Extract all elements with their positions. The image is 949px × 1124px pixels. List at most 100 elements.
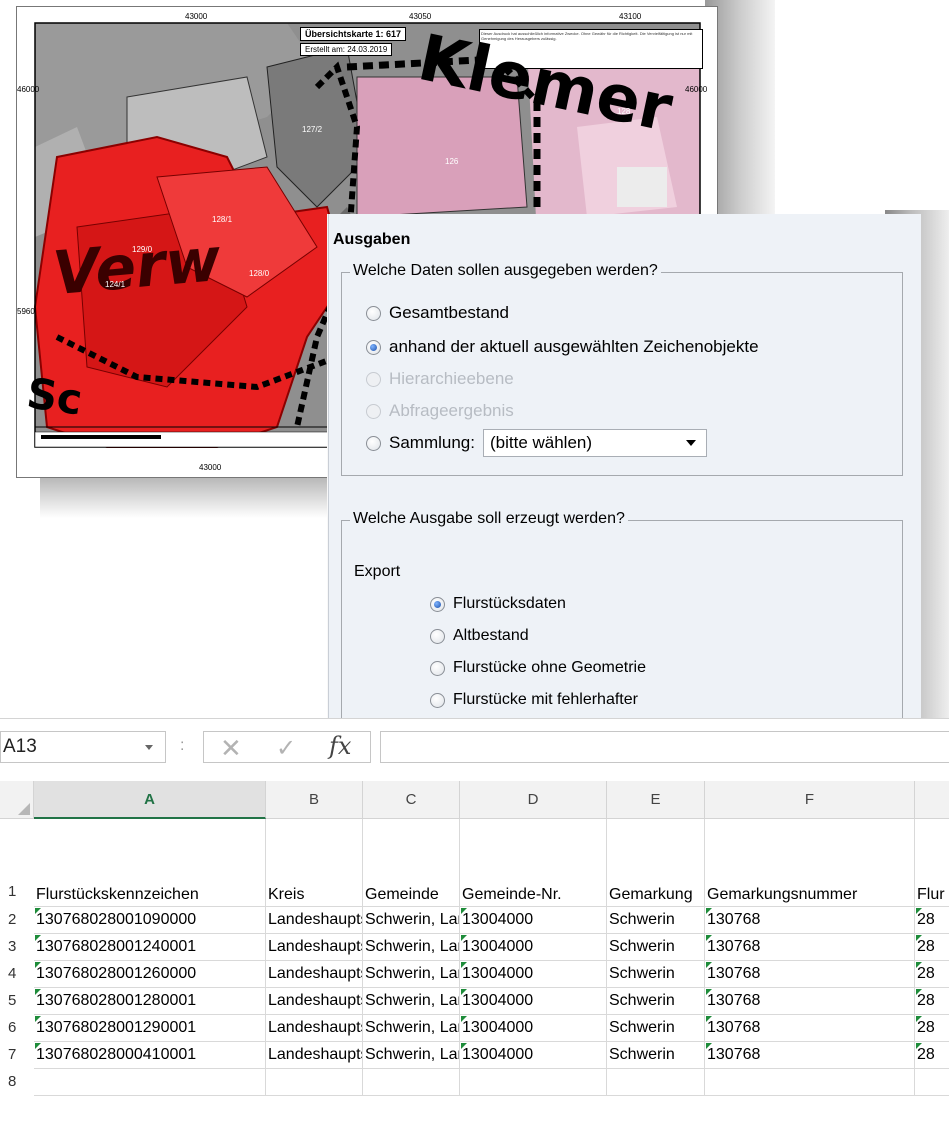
cell-flur[interactable]: 28 [915,907,949,934]
row-number[interactable]: 5 [0,992,34,1009]
cell-gemarkung[interactable]: Schwerin [607,1015,705,1042]
radio-circle[interactable] [430,692,445,708]
empty-cell[interactable] [915,1069,949,1096]
row-number[interactable]: 8 [0,1073,34,1090]
cell-gemarkungsnummer[interactable]: 130768 [705,961,915,988]
parcel-label: 126 [445,157,459,166]
collection-dropdown[interactable]: (bitte wählen) [482,429,707,457]
map-title: Übersichtskarte 1: 617 [300,27,407,41]
chevron-down-icon[interactable] [145,745,153,750]
radio-sammlung[interactable]: Sammlung: (bitte wählen) [366,429,707,457]
cell-gemarkungsnummer[interactable]: 130768 [705,988,915,1015]
cell-gemarkungsnummer[interactable]: 130768 [705,1042,915,1069]
cell-flur[interactable]: 28 [915,1015,949,1042]
cell-kreis[interactable]: Landeshauptstadt [266,934,363,961]
cell-gemeinde-nr[interactable]: 13004000 [460,961,607,988]
column-header-a[interactable]: A [34,781,266,819]
checkmark-icon[interactable]: ✓ [276,734,296,762]
radio-gesamtbestand[interactable]: Gesamtbestand [366,303,509,323]
cell-value: 130768 [707,1046,761,1063]
column-header-d[interactable]: D [460,781,607,819]
cell-gemarkung[interactable]: Schwerin [607,934,705,961]
cell-gemeinde-nr[interactable]: 13004000 [460,934,607,961]
radio-altbestand[interactable]: Altbestand [430,627,529,645]
cell-header-gemeinde[interactable]: Gemeinde [363,819,460,907]
cell-gemeinde-nr[interactable]: 13004000 [460,1015,607,1042]
cell-flurstueckskennzeichen[interactable]: 130768028001240001 [34,934,266,961]
empty-cell[interactable] [705,1069,915,1096]
cell-gemeinde[interactable]: Schwerin, Landeshauptstadt [363,961,460,988]
cell-header-gemeinde-nr[interactable]: Gemeinde-Nr. [460,819,607,907]
cell-flurstueckskennzeichen[interactable]: 130768028001260000 [34,961,266,988]
radio-ohne-geometrie[interactable]: Flurstücke ohne Geometrie [430,659,646,677]
radio-circle[interactable] [430,660,445,676]
select-all-corner[interactable] [0,781,34,819]
cell-flur[interactable]: 28 [915,961,949,988]
cell-gemarkungsnummer[interactable]: 130768 [705,1015,915,1042]
radio-fehlerhafte-geometrie[interactable]: Flurstücke mit fehlerhafter [430,691,638,709]
cell-gemeinde-nr[interactable]: 13004000 [460,907,607,934]
cell-gemarkungsnummer[interactable]: 130768 [705,907,915,934]
cell-gemeinde[interactable]: Schwerin, Landeshauptstadt [363,988,460,1015]
column-header-b[interactable]: B [266,781,363,819]
formula-input[interactable] [380,731,949,763]
cell-header-flur[interactable]: Flur [915,819,949,907]
radio-circle[interactable] [366,435,381,451]
cell-gemeinde-nr[interactable]: 13004000 [460,988,607,1015]
cell-flur[interactable]: 28 [915,1042,949,1069]
cell-header-flurstueckskennzeichen[interactable]: Flurstückskennzeichen [34,819,266,907]
radio-label: Sammlung: [389,433,475,452]
cell-flur[interactable]: 28 [915,934,949,961]
collection-dropdown-value: (bitte wählen) [489,433,593,452]
output-group-legend: Welche Ausgabe soll erzeugt werden? [350,510,628,528]
radio-circle[interactable] [430,628,445,644]
cell-gemeinde[interactable]: Schwerin, Landeshauptstadt [363,907,460,934]
column-header-e[interactable]: E [607,781,705,819]
empty-cell[interactable] [607,1069,705,1096]
cell-gemeinde[interactable]: Schwerin, Landeshauptstadt [363,1042,460,1069]
export-section-label: Export [354,563,401,580]
empty-cell[interactable] [266,1069,363,1096]
empty-cell[interactable] [363,1069,460,1096]
cell-gemarkung[interactable]: Schwerin [607,988,705,1015]
cell-flur[interactable]: 28 [915,988,949,1015]
cell-gemeinde-nr[interactable]: 13004000 [460,1042,607,1069]
empty-cell[interactable] [460,1069,607,1096]
cell-kreis[interactable]: Landeshauptstadt [266,1015,363,1042]
insert-function-icon[interactable]: fx [329,732,351,760]
cell-flurstueckskennzeichen[interactable]: 130768028001090000 [34,907,266,934]
cell-gemarkung[interactable]: Schwerin [607,961,705,988]
cell-kreis[interactable]: Landeshauptstadt [266,907,363,934]
radio-circle-checked[interactable] [430,596,445,612]
radio-flurstuecksdaten[interactable]: Flurstücksdaten [430,595,566,613]
cell-gemeinde[interactable]: Schwerin, Landeshauptstadt [363,1015,460,1042]
cell-gemarkungsnummer[interactable]: 130768 [705,934,915,961]
cell-kreis[interactable]: Landeshauptstadt [266,961,363,988]
cell-flurstueckskennzeichen[interactable]: 130768028001280001 [34,988,266,1015]
cell-gemarkung[interactable]: Schwerin [607,1042,705,1069]
radio-circle-checked[interactable] [366,339,381,355]
cell-flurstueckskennzeichen[interactable]: 130768028000410001 [34,1042,266,1069]
column-header-f[interactable]: F [705,781,915,819]
cell-kreis[interactable]: Landeshauptstadt [266,988,363,1015]
row-number[interactable]: 1 [0,883,34,900]
cell-header-gemarkung[interactable]: Gemarkung [607,819,705,907]
column-header-c[interactable]: C [363,781,460,819]
cell-header-kreis[interactable]: Kreis [266,819,363,907]
cell-header-gemarkungsnummer[interactable]: Gemarkungsnummer [705,819,915,907]
row-number[interactable]: 4 [0,965,34,982]
row-number[interactable]: 2 [0,911,34,928]
cell-gemeinde[interactable]: Schwerin, Landeshauptstadt [363,934,460,961]
radio-selected-objects[interactable]: anhand der aktuell ausgewählten Zeicheno… [366,337,759,357]
row-number[interactable]: 6 [0,1019,34,1036]
column-header-g[interactable] [915,781,949,819]
cell-kreis[interactable]: Landeshauptstadt [266,1042,363,1069]
empty-cell[interactable] [34,1069,266,1096]
row-number[interactable]: 7 [0,1046,34,1063]
cell-flurstueckskennzeichen[interactable]: 130768028001290001 [34,1015,266,1042]
cancel-icon[interactable]: ✕ [220,734,242,764]
name-box[interactable]: A13 [0,731,166,763]
radio-circle[interactable] [366,305,381,321]
row-number[interactable]: 3 [0,938,34,955]
cell-gemarkung[interactable]: Schwerin [607,907,705,934]
